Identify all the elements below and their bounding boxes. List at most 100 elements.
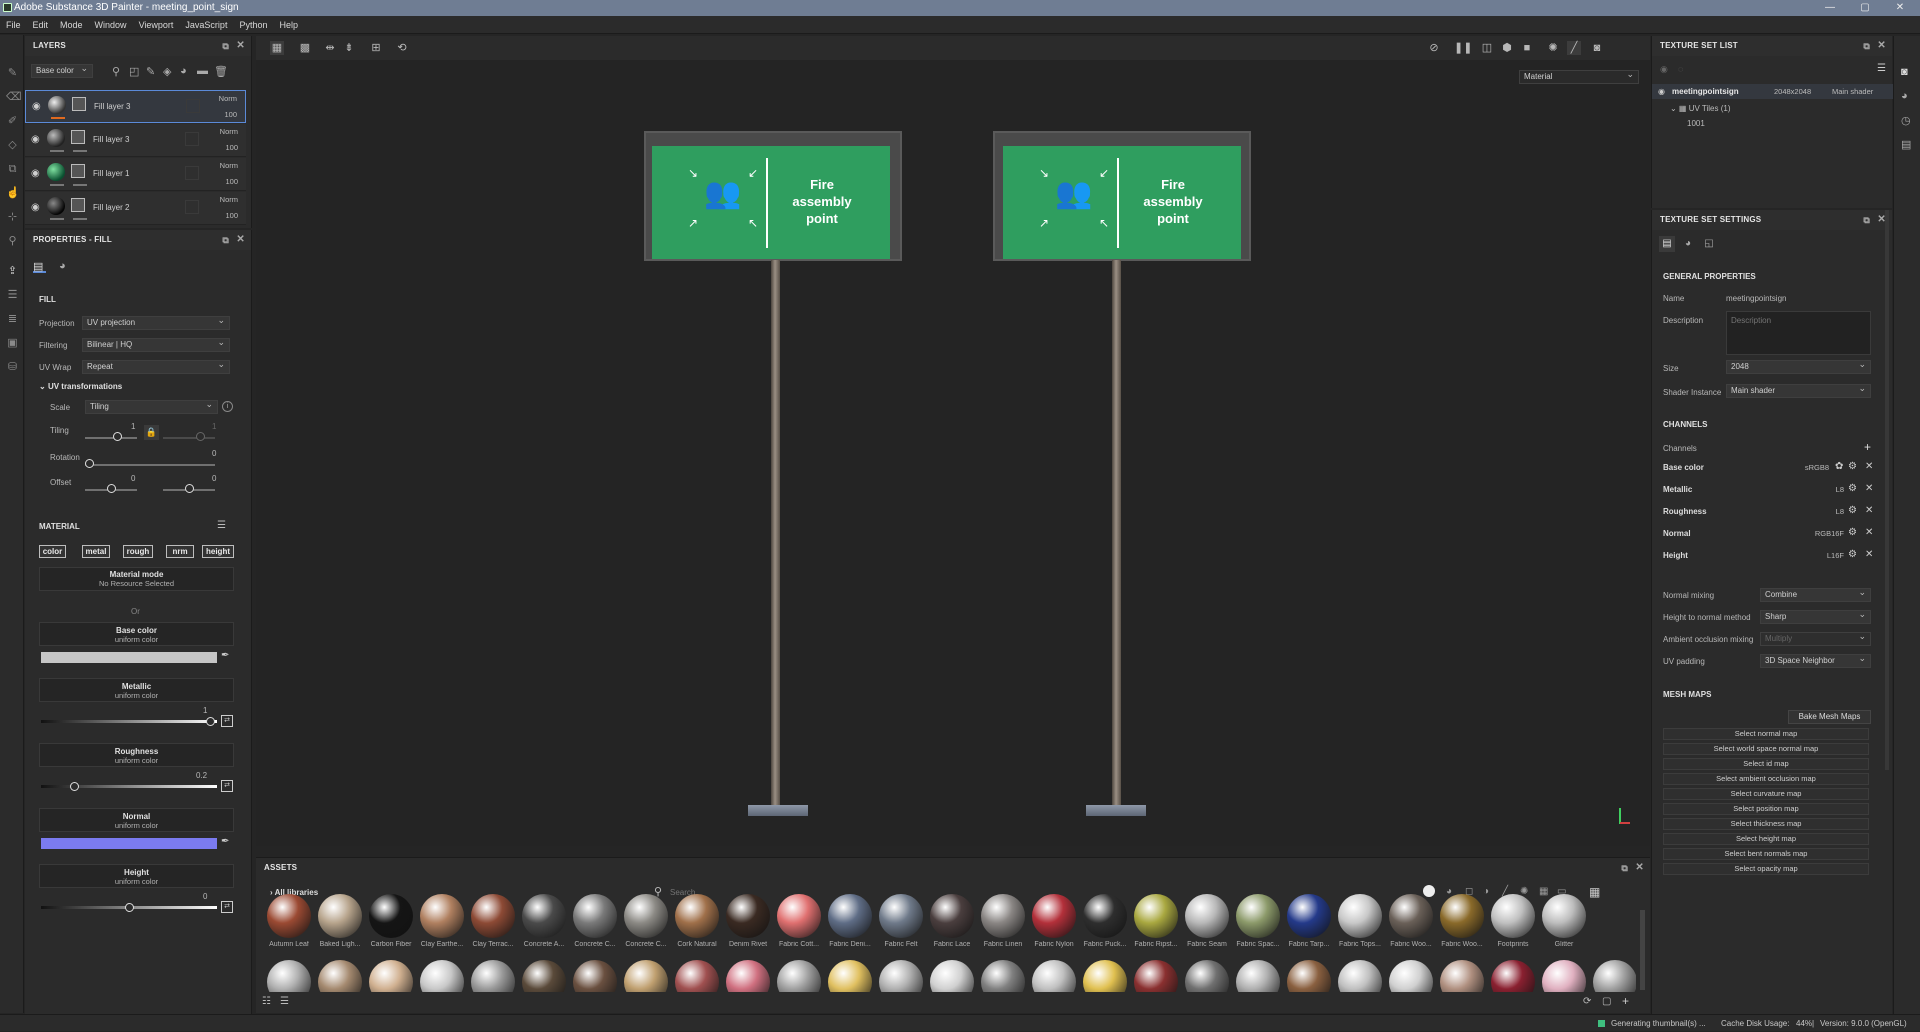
remove-channel-icon[interactable]: ✕ — [1865, 461, 1873, 472]
material-menu-icon[interactable]: ☰ — [217, 520, 226, 531]
visibility-eye-icon[interactable]: ◉ — [31, 202, 40, 213]
layers-tool-icon[interactable]: ☰ — [6, 289, 19, 301]
properties-icon[interactable]: ⇪ — [6, 265, 19, 277]
asset-item[interactable]: Fabric Tarp... — [1284, 892, 1334, 952]
menu-help[interactable]: Help — [273, 16, 304, 34]
paint-brush-icon[interactable]: ✎ — [6, 67, 19, 79]
settings-scrollbar[interactable] — [1885, 210, 1889, 770]
shader-instance-dropdown[interactable]: Main shader — [1726, 382, 1871, 398]
asset-item[interactable]: Baked Ligh... — [315, 892, 365, 952]
eyedropper-icon[interactable]: ✒ — [221, 836, 229, 847]
import-icon[interactable]: ▢ — [1602, 996, 1611, 1007]
roughness-knob[interactable] — [70, 782, 79, 791]
tiling-slider-a[interactable] — [85, 437, 137, 439]
texture-set-settings-icon[interactable]: ◕ — [1901, 90, 1908, 102]
add-smart-material-icon[interactable]: ◕ — [180, 65, 187, 77]
asset-item[interactable]: Fabric Tops... — [1335, 892, 1385, 952]
rotation-value[interactable]: 0 — [212, 449, 216, 458]
channel-row[interactable]: Height L16F ⚙ ✕ — [1662, 548, 1876, 564]
material-sphere[interactable] — [522, 960, 566, 992]
offset-knob-a[interactable] — [107, 484, 116, 493]
material-sphere[interactable] — [981, 960, 1025, 992]
chip-height[interactable]: height — [202, 545, 234, 558]
asset-item[interactable]: Clay Earthe... — [417, 892, 467, 952]
camera-icon[interactable]: ■ — [1520, 41, 1534, 55]
select-id-map-button[interactable]: Select id map — [1663, 758, 1869, 770]
asset-item[interactable]: Fabric Linen — [978, 892, 1028, 952]
material-sphere[interactable] — [471, 960, 515, 992]
remove-channel-icon[interactable]: ✕ — [1865, 483, 1873, 494]
material-sphere[interactable] — [879, 960, 923, 992]
visibility-eye-icon[interactable]: ◉ — [31, 134, 40, 145]
tiling-value-a[interactable]: 1 — [131, 422, 135, 431]
tiling-slider-b[interactable] — [163, 437, 215, 439]
asset-item[interactable]: Fabric Felt — [876, 892, 926, 952]
float-panel-icon[interactable]: ⧉ — [222, 230, 229, 250]
settings-tab-icon[interactable]: ▤ — [1659, 236, 1675, 252]
material-sphere[interactable] — [624, 960, 668, 992]
channel-settings-icon[interactable]: ⚙ — [1848, 527, 1857, 538]
bake-mesh-maps-button[interactable]: Bake Mesh Maps — [1788, 710, 1871, 724]
offset-value-a[interactable]: 0 — [131, 474, 135, 483]
material-sphere[interactable] — [573, 960, 617, 992]
channel-row[interactable]: Base color sRGB8 ✿ ⚙ ✕ — [1662, 460, 1876, 476]
layer-row[interactable]: ◉ Fill layer 2 Norm 100 — [25, 192, 246, 225]
tiling-value-b[interactable]: 1 — [212, 422, 216, 431]
asset-item[interactable]: Fabric Woo... — [1437, 892, 1487, 952]
asset-item[interactable]: Fabric Deni... — [825, 892, 875, 952]
pause-icon[interactable]: ❚❚ — [1454, 41, 1472, 55]
layer-opacity[interactable]: 100 — [225, 211, 238, 220]
list-view-icon[interactable]: ☷ — [262, 996, 271, 1007]
metallic-value[interactable]: 1 — [203, 706, 207, 715]
sort-icon[interactable]: ☰ — [280, 996, 289, 1007]
smudge-icon[interactable]: ☝ — [6, 187, 20, 199]
asset-item[interactable]: Fabric Ripst... — [1131, 892, 1181, 952]
float-panel-icon[interactable]: ⧉ — [1863, 36, 1870, 56]
display-settings-icon[interactable]: ▣ — [6, 337, 19, 349]
material-sphere[interactable] — [828, 960, 872, 992]
blend-mode[interactable]: Norm — [220, 161, 238, 170]
history-icon[interactable]: ⟲ — [395, 41, 409, 55]
uv-padding-dropdown[interactable]: 3D Space Neighbor — [1760, 652, 1871, 668]
asset-item[interactable]: Concrete A... — [519, 892, 569, 952]
uvwrap-dropdown[interactable]: Repeat — [82, 358, 230, 374]
material-sphere[interactable] — [726, 960, 770, 992]
projection-icon[interactable]: ✐ — [6, 115, 19, 127]
close-panel-icon[interactable]: ✕ — [1635, 858, 1644, 878]
metallic-knob[interactable] — [206, 717, 215, 726]
remove-channel-icon[interactable]: ✕ — [1865, 505, 1873, 516]
texture-slot-icon[interactable]: ⇄ — [221, 901, 233, 913]
channel-settings-icon[interactable]: ⚙ — [1848, 505, 1857, 516]
material-sphere[interactable] — [1032, 960, 1076, 992]
geometry-mask-icon[interactable]: ◇ — [6, 139, 19, 151]
asset-item[interactable]: Glitter — [1539, 892, 1589, 952]
remove-channel-icon[interactable]: ✕ — [1865, 549, 1873, 560]
add-asset-icon[interactable]: + — [1622, 994, 1629, 1008]
chip-color[interactable]: color — [39, 545, 66, 558]
material-sphere[interactable] — [1338, 960, 1382, 992]
projection-dropdown[interactable]: UV projection — [82, 314, 230, 330]
asset-item[interactable]: Cork Natural — [672, 892, 722, 952]
chip-metal[interactable]: metal — [82, 545, 110, 558]
channel-settings-icon[interactable]: ⚙ — [1848, 461, 1857, 472]
menu-python[interactable]: Python — [233, 16, 273, 34]
hide-all-icon[interactable]: ◌ — [1678, 64, 1683, 74]
filtering-dropdown[interactable]: Bilinear | HQ — [82, 336, 230, 352]
material-sphere[interactable] — [1389, 960, 1433, 992]
name-value[interactable]: meetingpointsign — [1726, 294, 1786, 303]
material-tab-icon[interactable]: ◕ — [1680, 236, 1696, 252]
channel-format[interactable]: L8 — [1799, 507, 1844, 516]
material-mode-box[interactable]: Material mode No Resource Selected — [39, 567, 234, 591]
float-panel-icon[interactable]: ⧉ — [1863, 210, 1870, 230]
scale-dropdown[interactable]: Tiling — [85, 398, 218, 414]
close-panel-icon[interactable]: ✕ — [236, 230, 245, 250]
height-knob[interactable] — [125, 903, 134, 912]
channel-row[interactable]: Metallic L8 ⚙ ✕ — [1662, 482, 1876, 498]
menu-javascript[interactable]: JavaScript — [179, 16, 233, 34]
texture-slot-icon[interactable]: ⇄ — [221, 715, 233, 727]
list-menu-icon[interactable]: ☰ — [1877, 63, 1886, 74]
asset-item[interactable]: Fabric Lace — [927, 892, 977, 952]
close-window-button[interactable]: ✕ — [1885, 0, 1915, 16]
texture-set-list-icon[interactable]: ◙ — [1901, 66, 1908, 78]
material-sphere[interactable] — [369, 960, 413, 992]
